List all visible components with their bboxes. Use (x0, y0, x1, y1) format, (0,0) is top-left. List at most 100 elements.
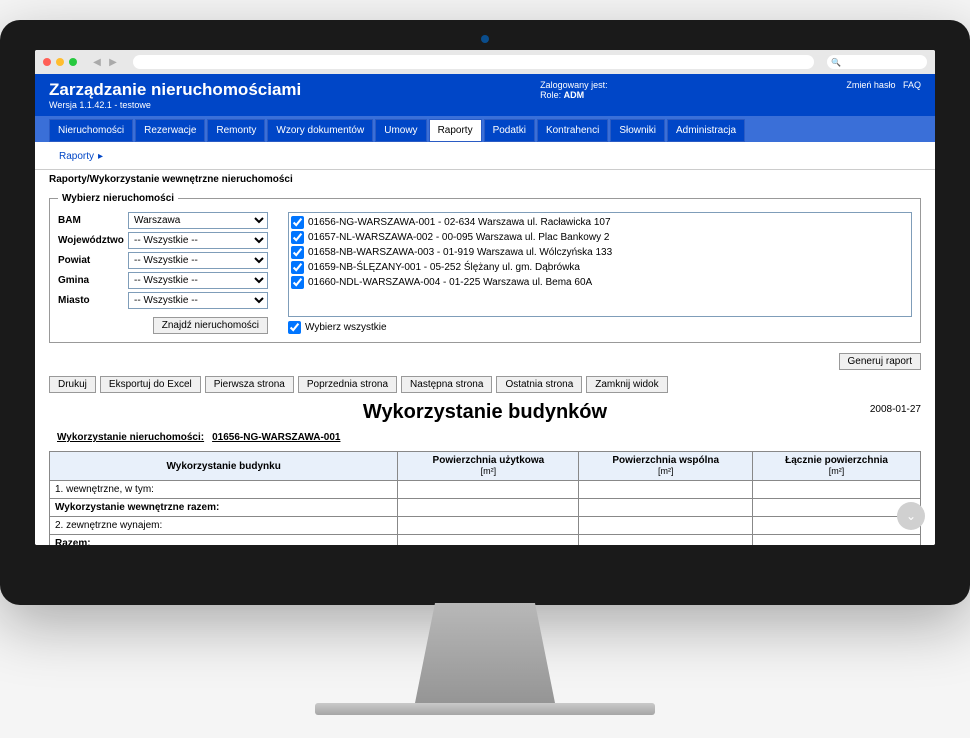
property-checkbox-item[interactable]: 01656-NG-WARSZAWA-001 - 02-634 Warszawa … (291, 215, 909, 230)
tab-umowy[interactable]: Umowy (375, 119, 426, 142)
report-date: 2008-01-27 (870, 404, 921, 415)
back-icon[interactable]: ◀ (90, 55, 104, 69)
table-cell (579, 499, 753, 517)
chevron-right-icon: ▸ (98, 151, 103, 162)
tab-administracja[interactable]: Administracja (667, 119, 745, 142)
table-cell (753, 517, 921, 535)
tab-raporty[interactable]: Raporty (429, 119, 482, 142)
property-label: 01658-NB-WARSZAWA-003 - 01-919 Warszawa … (308, 247, 612, 258)
table-cell (579, 535, 753, 546)
filter-label: BAM (58, 215, 128, 226)
row-label: Wykorzystanie wewnętrzne razem: (50, 499, 398, 517)
table-header: Powierzchnia użytkowa[m²] (398, 452, 579, 481)
filter-select-gmina[interactable]: -- Wszystkie -- (128, 272, 268, 289)
property-list[interactable]: 01656-NG-WARSZAWA-001 - 02-634 Warszawa … (288, 212, 912, 317)
report-title: Wykorzystanie budynków (49, 401, 921, 424)
filter-label: Gmina (58, 275, 128, 286)
table-row: Wykorzystanie wewnętrzne razem: (50, 499, 921, 517)
filter-label: Województwo (58, 235, 128, 246)
generate-report-button[interactable]: Generuj raport (839, 353, 921, 370)
table-header: Łącznie powierzchnia[m²] (753, 452, 921, 481)
tab-remonty[interactable]: Remonty (207, 119, 265, 142)
table-cell (753, 481, 921, 499)
app-header: Zarządzanie nieruchomościami Wersja 1.1.… (35, 74, 935, 116)
url-bar[interactable] (133, 55, 814, 69)
app-title: Zarządzanie nieruchomościami (49, 80, 301, 100)
search-icon: 🔍 (831, 58, 841, 67)
subtab-raporty[interactable]: Raporty▸ (49, 148, 113, 165)
tab-nieruchomości[interactable]: Nieruchomości (49, 119, 133, 142)
minimize-button[interactable] (56, 58, 64, 66)
screen: ◀ ▶ 🔍 Zarządzanie nieruchomościami Wersj… (35, 50, 935, 545)
row-label: 2. zewnętrzne wynajem: (50, 517, 398, 535)
tab-rezerwacje[interactable]: Rezerwacje (135, 119, 205, 142)
toolbar-eksportuj-do-excel[interactable]: Eksportuj do Excel (100, 376, 201, 393)
logged-label: Zalogowany jest: (540, 80, 608, 90)
table-header: Wykorzystanie budynku (50, 452, 398, 481)
toolbar-pierwsza-strona[interactable]: Pierwsza strona (205, 376, 294, 393)
subtabs: Raporty▸ (35, 142, 935, 170)
toolbar-drukuj[interactable]: Drukuj (49, 376, 96, 393)
table-cell (398, 481, 579, 499)
tab-kontrahenci[interactable]: Kontrahenci (537, 119, 608, 142)
find-properties-button[interactable]: Znajdź nieruchomości (153, 317, 268, 334)
property-checkbox-item[interactable]: 01660-NDL-WARSZAWA-004 - 01-225 Warszawa… (291, 275, 909, 290)
tab-słowniki[interactable]: Słowniki (610, 119, 665, 142)
table-cell (398, 535, 579, 546)
property-checkbox[interactable] (291, 231, 304, 244)
filter-row-województwo: Województwo-- Wszystkie -- (58, 232, 268, 249)
toolbar-ostatnia-strona[interactable]: Ostatnia strona (496, 376, 582, 393)
property-label: 01659-NB-ŚLĘZANY-001 - 05-252 Ślężany ul… (308, 262, 580, 273)
tab-podatki[interactable]: Podatki (484, 119, 535, 142)
filter-fieldset: Wybierz nieruchomości BAMWarszawaWojewód… (49, 193, 921, 343)
select-all-label: Wybierz wszystkie (305, 322, 387, 333)
filter-select-powiat[interactable]: -- Wszystkie -- (128, 252, 268, 269)
filter-select-miasto[interactable]: -- Wszystkie -- (128, 292, 268, 309)
maximize-button[interactable] (69, 58, 77, 66)
report-property-id: 01656-NG-WARSZAWA-001 (212, 432, 340, 443)
toolbar-zamknij-widok[interactable]: Zamknij widok (586, 376, 667, 393)
scroll-down-icon[interactable]: ⌄ (897, 502, 925, 530)
table-cell (753, 499, 921, 517)
filter-select-województwo[interactable]: -- Wszystkie -- (128, 232, 268, 249)
table-row: 1. wewnętrzne, w tym: (50, 481, 921, 499)
property-label: 01657-NL-WARSZAWA-002 - 00-095 Warszawa … (308, 232, 609, 243)
browser-chrome: ◀ ▶ 🔍 (35, 50, 935, 74)
fieldset-legend: Wybierz nieruchomości (58, 193, 178, 204)
property-checkbox[interactable] (291, 276, 304, 289)
table-row: Razem: (50, 535, 921, 546)
role-value: ADM (564, 90, 585, 100)
filter-label: Powiat (58, 255, 128, 266)
table-cell (753, 535, 921, 546)
property-label: 01656-NG-WARSZAWA-001 - 02-634 Warszawa … (308, 217, 611, 228)
report-toolbar: DrukujEksportuj do ExcelPierwsza stronaP… (49, 376, 921, 393)
app-version: Wersja 1.1.42.1 - testowe (49, 100, 301, 110)
property-checkbox-item[interactable]: 01659-NB-ŚLĘZANY-001 - 05-252 Ślężany ul… (291, 260, 909, 275)
role-label: Role: (540, 90, 561, 100)
change-password-link[interactable]: Zmień hasło (846, 80, 895, 90)
filter-select-bam[interactable]: Warszawa (128, 212, 268, 229)
browser-search[interactable]: 🔍 (827, 55, 927, 69)
filter-row-gmina: Gmina-- Wszystkie -- (58, 272, 268, 289)
table-header: Powierzchnia wspólna[m²] (579, 452, 753, 481)
monitor-frame: ◀ ▶ 🔍 Zarządzanie nieruchomościami Wersj… (0, 20, 970, 605)
filter-label: Miasto (58, 295, 128, 306)
property-checkbox[interactable] (291, 246, 304, 259)
close-button[interactable] (43, 58, 51, 66)
property-checkbox-item[interactable]: 01657-NL-WARSZAWA-002 - 00-095 Warszawa … (291, 230, 909, 245)
forward-icon[interactable]: ▶ (106, 55, 120, 69)
toolbar-następna-strona[interactable]: Następna strona (401, 376, 492, 393)
property-checkbox[interactable] (291, 261, 304, 274)
table-cell (398, 517, 579, 535)
table-row: 2. zewnętrzne wynajem: (50, 517, 921, 535)
app-viewport: Zarządzanie nieruchomościami Wersja 1.1.… (35, 74, 935, 545)
tab-wzory dokumentów[interactable]: Wzory dokumentów (267, 119, 373, 142)
filter-row-bam: BAMWarszawa (58, 212, 268, 229)
property-checkbox[interactable] (291, 216, 304, 229)
select-all-row[interactable]: Wybierz wszystkie (288, 321, 912, 334)
toolbar-poprzednia-strona[interactable]: Poprzednia strona (298, 376, 397, 393)
row-label: 1. wewnętrzne, w tym: (50, 481, 398, 499)
property-checkbox-item[interactable]: 01658-NB-WARSZAWA-003 - 01-919 Warszawa … (291, 245, 909, 260)
faq-link[interactable]: FAQ (903, 80, 921, 90)
select-all-checkbox[interactable] (288, 321, 301, 334)
